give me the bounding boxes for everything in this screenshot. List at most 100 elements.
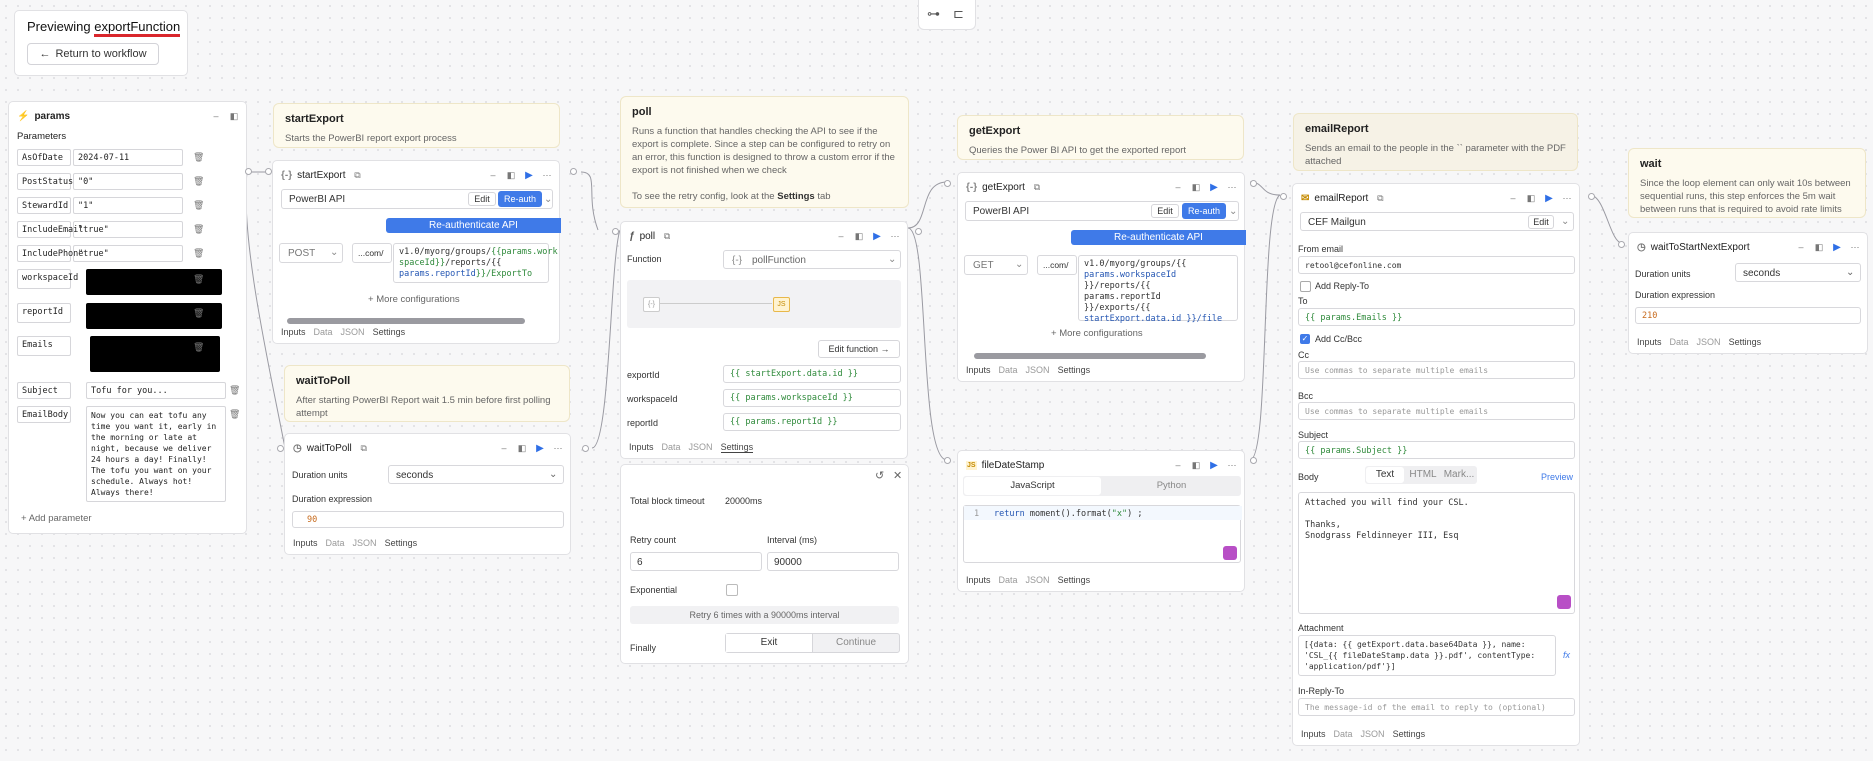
graph-icon[interactable]: ⊶ <box>927 6 940 22</box>
cc-input[interactable]: Use commas to separate multiple emails <box>1298 361 1575 379</box>
tab-inputs[interactable]: Inputs <box>1637 337 1662 347</box>
tab-settings[interactable]: Settings <box>385 538 418 548</box>
exponential-checkbox[interactable] <box>726 584 738 596</box>
connector-handle[interactable] <box>944 457 951 464</box>
edit-resource-button[interactable]: Edit <box>468 192 496 206</box>
tab-settings[interactable]: Settings <box>720 442 754 453</box>
tab-data[interactable]: Data <box>326 538 345 548</box>
connector-handle[interactable] <box>1250 457 1257 464</box>
tab-markdown[interactable]: Mark... <box>1441 467 1477 483</box>
copy-icon[interactable]: ⧉ <box>661 231 673 242</box>
resource-select[interactable]: PowerBI API Edit Re-auth ⌄ <box>281 189 553 209</box>
connector-handle[interactable] <box>915 228 922 235</box>
horizontal-scrollbar[interactable] <box>279 318 555 324</box>
add-reply-to-checkbox[interactable] <box>1300 281 1311 292</box>
tab-json[interactable]: JSON <box>341 327 365 337</box>
param-value[interactable]: "0" <box>73 173 183 190</box>
param-value[interactable]: 2024-07-11 <box>73 149 183 166</box>
tree-icon[interactable]: ⊏ <box>953 6 964 22</box>
tab-inputs[interactable]: Inputs <box>1301 729 1326 739</box>
tab-inputs[interactable]: Inputs <box>966 575 991 585</box>
more-icon[interactable]: ⋯ <box>1226 182 1238 193</box>
tab-javascript[interactable]: JavaScript <box>964 477 1101 495</box>
tab-data[interactable]: Data <box>999 365 1018 375</box>
more-configurations-button[interactable]: + More configurations <box>368 294 460 305</box>
tab-json[interactable]: JSON <box>1026 365 1050 375</box>
connector-handle[interactable] <box>570 168 577 175</box>
more-icon[interactable]: ⋯ <box>889 231 901 242</box>
tab-inputs[interactable]: Inputs <box>281 327 306 337</box>
tab-inputs[interactable]: Inputs <box>293 538 318 548</box>
connector-handle[interactable] <box>582 445 589 452</box>
formula-icon[interactable]: fx <box>1563 650 1570 660</box>
tab-text[interactable]: Text <box>1366 467 1404 483</box>
panel-icon[interactable]: ◧ <box>516 443 528 454</box>
tab-settings[interactable]: Settings <box>1729 337 1762 347</box>
connector-handle[interactable] <box>1588 193 1595 200</box>
param-key[interactable]: IncludePhone <box>17 245 83 262</box>
duration-expression-input[interactable]: 90 <box>292 511 564 528</box>
copy-icon[interactable]: ⧉ <box>1374 193 1386 204</box>
tab-json[interactable]: JSON <box>1361 729 1385 739</box>
duration-units-select[interactable]: seconds ⌄ <box>388 465 564 484</box>
add-cc-bcc-checkbox[interactable]: ✓ <box>1300 334 1310 344</box>
tab-settings[interactable]: Settings <box>373 327 406 337</box>
panel-icon[interactable]: ◧ <box>1525 193 1537 204</box>
method-select[interactable]: GET ⌄ <box>964 255 1028 275</box>
trash-icon[interactable]: 🗑 <box>193 200 204 211</box>
panel-icon[interactable]: ◧ <box>1190 182 1202 193</box>
minimize-icon[interactable]: – <box>1507 193 1519 203</box>
param-value[interactable]: Now you can eat tofu any time you want i… <box>86 406 226 502</box>
param-key[interactable]: EmailBody <box>17 406 71 423</box>
panel-icon[interactable]: ◧ <box>1813 242 1825 253</box>
connector-handle[interactable] <box>612 228 619 235</box>
minimize-icon[interactable]: – <box>1172 182 1184 192</box>
horizontal-scrollbar[interactable] <box>964 353 1240 359</box>
tab-settings[interactable]: Settings <box>1058 575 1091 585</box>
trash-icon[interactable]: 🗑 <box>193 342 204 353</box>
code-editor[interactable]: 1 return moment().format("x") ; <box>963 505 1242 563</box>
param-key[interactable]: StewardId <box>17 197 71 214</box>
copy-icon[interactable]: ⧉ <box>1031 182 1043 193</box>
tab-json[interactable]: JSON <box>1026 575 1050 585</box>
tab-python[interactable]: Python <box>1103 477 1240 495</box>
ai-assist-icon[interactable] <box>1223 546 1237 560</box>
run-icon[interactable]: ▶ <box>871 231 883 242</box>
connector-handle[interactable] <box>265 168 272 175</box>
duration-expression-input[interactable]: 210 <box>1635 307 1861 324</box>
add-parameter-button[interactable]: + Add parameter <box>21 513 92 524</box>
param-key[interactable]: workspaceId <box>17 269 78 289</box>
minimize-icon[interactable]: – <box>210 111 222 121</box>
connector-handle[interactable] <box>944 180 951 187</box>
connector-handle[interactable] <box>1280 193 1287 200</box>
trash-icon[interactable]: 🗑 <box>229 409 240 420</box>
reauth-button[interactable]: Re-auth <box>498 191 542 207</box>
from-email-input[interactable]: retool@cefonline.com <box>1298 256 1575 274</box>
run-icon[interactable]: ▶ <box>1831 242 1843 253</box>
tab-html[interactable]: HTML <box>1405 467 1441 483</box>
trash-icon[interactable]: 🗑 <box>193 176 204 187</box>
reportid-input[interactable]: {{ params.reportId }} <box>723 413 901 431</box>
bcc-input[interactable]: Use commas to separate multiple emails <box>1298 402 1575 420</box>
param-value[interactable]: "true" <box>73 245 183 262</box>
connector-handle[interactable] <box>245 168 252 175</box>
more-icon[interactable]: ⋯ <box>552 443 564 454</box>
tab-data[interactable]: Data <box>1334 729 1353 739</box>
edit-resource-button[interactable]: Edit <box>1528 215 1554 229</box>
minimize-icon[interactable]: – <box>1795 242 1807 252</box>
run-icon[interactable]: ▶ <box>1543 193 1555 204</box>
minimize-icon[interactable]: – <box>498 443 510 453</box>
reauth-button[interactable]: Re-auth <box>1182 203 1226 219</box>
more-configurations-button[interactable]: + More configurations <box>1051 328 1143 339</box>
more-icon[interactable]: ⋯ <box>1849 242 1861 253</box>
in-reply-to-input[interactable]: The message-id of the email to reply to … <box>1298 698 1575 716</box>
trash-icon[interactable]: 🗑 <box>229 385 240 396</box>
param-key[interactable]: PostStatus <box>17 173 73 190</box>
trash-icon[interactable]: 🗑 <box>193 274 204 285</box>
run-icon[interactable]: ▶ <box>1208 182 1220 193</box>
retry-count-input[interactable]: 6 <box>630 552 762 571</box>
reauthenticate-api-button[interactable]: Re-authenticate API <box>1071 230 1246 245</box>
run-icon[interactable]: ▶ <box>523 170 535 181</box>
trash-icon[interactable]: 🗑 <box>193 224 204 235</box>
tab-settings[interactable]: Settings <box>1058 365 1091 375</box>
